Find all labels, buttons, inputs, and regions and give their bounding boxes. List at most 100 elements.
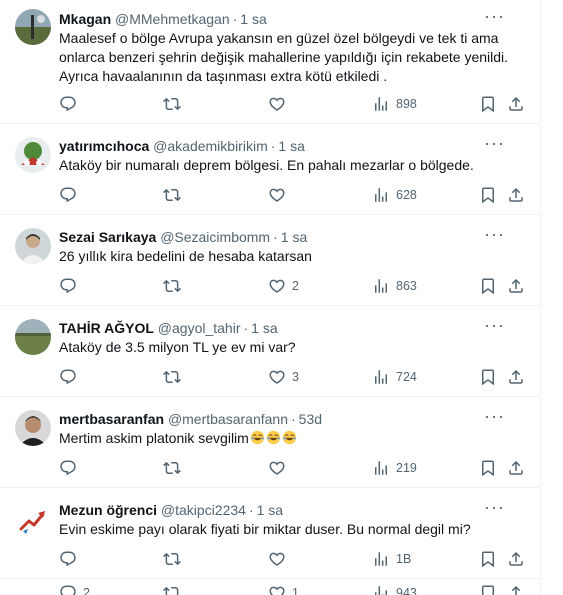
views-button[interactable]: 219 bbox=[372, 458, 417, 478]
more-icon[interactable]: ··· bbox=[484, 407, 504, 429]
retweet-button[interactable] bbox=[163, 276, 187, 296]
like-button[interactable] bbox=[268, 549, 292, 569]
display-name[interactable]: Mezun öğrenci bbox=[59, 502, 157, 518]
tweet-text: Ataköy bir numaralı deprem bölgesi. En p… bbox=[59, 157, 474, 173]
share-button[interactable] bbox=[507, 367, 525, 387]
username[interactable]: @mertbasaranfann bbox=[168, 411, 288, 427]
views-button[interactable]: 943 bbox=[372, 583, 417, 595]
bookmark-button[interactable] bbox=[479, 367, 497, 387]
display-name[interactable]: Mkagan bbox=[59, 11, 111, 27]
reply-tweet[interactable]: TAHİR AĞYOL @agyol_tahir · 1 sa ··· Ataköy… bbox=[0, 306, 540, 397]
share-button[interactable] bbox=[507, 185, 525, 205]
reply-button[interactable]: 2 bbox=[59, 583, 90, 595]
reply-button[interactable] bbox=[59, 549, 83, 569]
display-name[interactable]: mertbasaranfan bbox=[59, 411, 164, 427]
like-button[interactable]: 2 bbox=[268, 276, 299, 296]
tweet-text: Evin eskime payı olarak fiyati bir mikta… bbox=[59, 521, 471, 537]
retweet-button[interactable] bbox=[163, 367, 187, 387]
views-icon bbox=[372, 277, 390, 295]
views-button[interactable]: 628 bbox=[372, 185, 417, 205]
like-button[interactable] bbox=[268, 94, 292, 114]
separator-dot: · bbox=[248, 502, 254, 518]
timestamp[interactable]: 1 sa bbox=[278, 138, 304, 154]
reply-tweet[interactable]: yatırımcıhoca @akademikbirikim · 1 sa ··· … bbox=[0, 124, 540, 215]
avatar[interactable] bbox=[15, 137, 51, 173]
views-button[interactable]: 863 bbox=[372, 276, 417, 296]
bookmark-button[interactable] bbox=[479, 549, 497, 569]
bookmark-icon bbox=[479, 459, 497, 477]
separator-dot: · bbox=[270, 138, 276, 154]
tweet-text: Mertim askim platonik sevgilim bbox=[59, 430, 249, 446]
share-button[interactable] bbox=[507, 458, 525, 478]
retweet-icon bbox=[163, 584, 181, 595]
username[interactable]: @Sezaicimbomm bbox=[160, 229, 270, 245]
avatar[interactable] bbox=[15, 228, 51, 264]
like-button[interactable] bbox=[268, 458, 292, 478]
retweet-button[interactable] bbox=[163, 94, 187, 114]
more-icon[interactable]: ··· bbox=[484, 225, 504, 247]
reply-button[interactable] bbox=[59, 458, 83, 478]
action-bar: 1B bbox=[52, 549, 526, 569]
reply-button[interactable] bbox=[59, 367, 83, 387]
reply-tweet[interactable]: mertbasaranfan @mertbasaranfann · 53d ··· … bbox=[0, 397, 540, 488]
reply-feed: Mkagan @MMehmetkagan · 1 sa ··· Maalesef o… bbox=[0, 0, 541, 595]
share-button[interactable] bbox=[507, 549, 525, 569]
reply-tweet[interactable]: Mezun öğrenci @takipci2234 · 1 sa ··· Evin… bbox=[0, 488, 540, 579]
share-icon bbox=[507, 368, 525, 386]
views-button[interactable]: 1B bbox=[372, 549, 411, 569]
avatar[interactable] bbox=[15, 501, 51, 537]
display-name[interactable]: TAHİR AĞYOL bbox=[59, 320, 154, 336]
timestamp[interactable]: 1 sa bbox=[251, 320, 277, 336]
retweet-icon bbox=[163, 368, 181, 386]
share-button[interactable] bbox=[507, 583, 525, 595]
retweet-button[interactable] bbox=[163, 583, 187, 595]
more-icon[interactable]: ··· bbox=[484, 134, 504, 156]
timestamp[interactable]: 1 sa bbox=[257, 502, 283, 518]
bookmark-button[interactable] bbox=[479, 458, 497, 478]
timestamp[interactable]: 1 sa bbox=[240, 11, 266, 27]
timestamp[interactable]: 1 sa bbox=[281, 229, 307, 245]
like-count: 1 bbox=[292, 586, 299, 595]
views-button[interactable]: 898 bbox=[372, 94, 417, 114]
views-count: 898 bbox=[396, 97, 417, 111]
username[interactable]: @akademikbirikim bbox=[153, 138, 268, 154]
separator-dot: · bbox=[291, 411, 296, 427]
bookmark-button[interactable] bbox=[479, 583, 497, 595]
like-button[interactable]: 3 bbox=[268, 367, 299, 387]
more-icon[interactable]: ··· bbox=[484, 316, 504, 338]
username[interactable]: @MMehmetkagan bbox=[115, 11, 230, 27]
tweet-header: TAHİR AĞYOL @agyol_tahir · 1 sa ··· bbox=[59, 316, 520, 338]
separator-dot: · bbox=[273, 229, 278, 245]
bookmark-button[interactable] bbox=[479, 276, 497, 296]
reply-tweet[interactable]: Sezai Sarıkaya @Sezaicimbomm · 1 sa ··· 26… bbox=[0, 215, 540, 306]
share-button[interactable] bbox=[507, 276, 525, 296]
share-icon bbox=[507, 459, 525, 477]
like-count: 3 bbox=[292, 370, 299, 384]
reply-tweet[interactable]: Mkagan @MMehmetkagan · 1 sa ··· Maalesef o… bbox=[0, 0, 540, 124]
retweet-button[interactable] bbox=[163, 458, 187, 478]
like-button[interactable] bbox=[268, 185, 292, 205]
retweet-button[interactable] bbox=[163, 549, 187, 569]
bookmark-button[interactable] bbox=[479, 185, 497, 205]
username[interactable]: @takipci2234 bbox=[161, 502, 246, 518]
avatar[interactable] bbox=[15, 9, 51, 45]
avatar[interactable] bbox=[15, 410, 51, 446]
reply-button[interactable] bbox=[59, 94, 83, 114]
retweet-button[interactable] bbox=[163, 185, 187, 205]
share-icon bbox=[507, 186, 525, 204]
share-button[interactable] bbox=[507, 94, 525, 114]
views-icon bbox=[372, 459, 390, 477]
views-button[interactable]: 724 bbox=[372, 367, 417, 387]
bookmark-icon bbox=[479, 186, 497, 204]
username[interactable]: @agyol_tahir bbox=[158, 320, 241, 336]
more-icon[interactable]: ··· bbox=[484, 7, 504, 29]
reply-button[interactable] bbox=[59, 276, 83, 296]
more-icon[interactable]: ··· bbox=[484, 498, 504, 520]
timestamp[interactable]: 53d bbox=[299, 411, 322, 427]
display-name[interactable]: yatırımcıhoca bbox=[59, 138, 149, 154]
reply-button[interactable] bbox=[59, 185, 83, 205]
avatar[interactable] bbox=[15, 319, 51, 355]
display-name[interactable]: Sezai Sarıkaya bbox=[59, 229, 156, 245]
bookmark-button[interactable] bbox=[479, 94, 497, 114]
like-button[interactable]: 1 bbox=[268, 583, 299, 595]
